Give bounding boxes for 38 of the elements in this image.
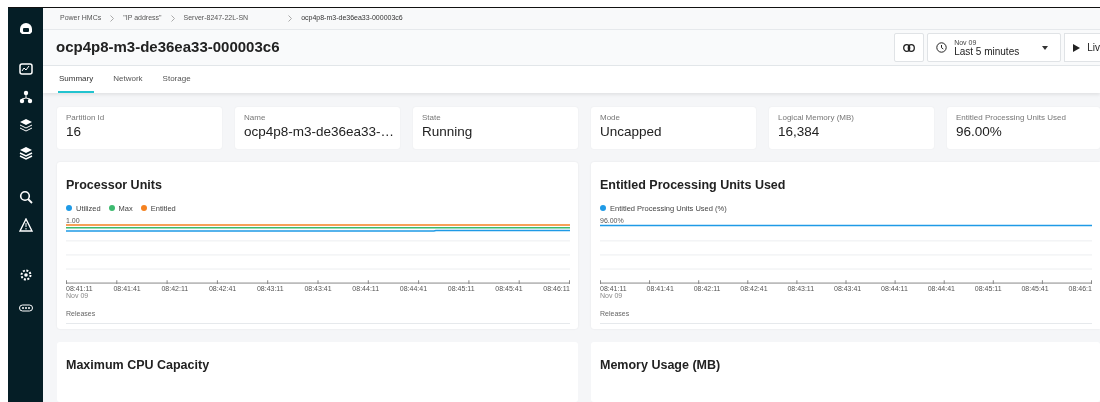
- chart-title: Memory Usage (MB): [600, 357, 722, 374]
- tab[interactable]: Storage: [161, 73, 192, 93]
- more-icon[interactable]: [18, 304, 33, 312]
- metric-value: ocp4p8-m3-de36ea33-…: [244, 122, 391, 141]
- copy-link-button[interactable]: [894, 33, 925, 62]
- monitor-icon[interactable]: [18, 62, 33, 76]
- chart-title: Entitled Processing Units Used: [600, 177, 787, 194]
- metric-value: 96.00%: [956, 122, 1003, 141]
- clock-icon: [936, 42, 948, 53]
- caret-icon: [1042, 45, 1049, 50]
- link-icon: [903, 43, 916, 52]
- metric-label: Mode: [600, 113, 621, 123]
- search-icon[interactable]: [18, 190, 33, 204]
- chevron-icon: [110, 14, 115, 22]
- metric-label: State: [422, 113, 442, 123]
- network-icon[interactable]: [18, 90, 33, 104]
- play-icon: [1073, 43, 1081, 52]
- settings-icon[interactable]: [18, 268, 33, 282]
- tab[interactable]: Summary: [58, 73, 95, 93]
- metric-label: Name: [244, 113, 267, 123]
- chevron-icon: [170, 14, 175, 22]
- metric-value: Uncapped: [600, 122, 663, 141]
- chart-title: Processor Units: [66, 177, 163, 194]
- metric-value: 16: [66, 122, 83, 141]
- warning-icon[interactable]: [18, 218, 33, 232]
- layers-icon[interactable]: [18, 118, 33, 132]
- metric-label: Entitled Processing Units Used: [956, 113, 1067, 123]
- metric-label: Partition Id: [66, 113, 106, 123]
- page-title: ocp4p8-m3-de36ea33-000003c6: [56, 37, 280, 58]
- stack-icon[interactable]: [18, 146, 33, 160]
- chevron-icon: [288, 14, 293, 22]
- metric-label: Logical Memory (MB): [778, 113, 855, 123]
- metric-value: 16,384: [778, 122, 821, 141]
- logo-icon[interactable]: [18, 22, 33, 36]
- live-button[interactable]: Liv: [1064, 33, 1100, 62]
- metric-value: Running: [422, 122, 474, 141]
- chart-title: Maximum CPU Capacity: [66, 357, 211, 374]
- tab[interactable]: Network: [112, 73, 144, 93]
